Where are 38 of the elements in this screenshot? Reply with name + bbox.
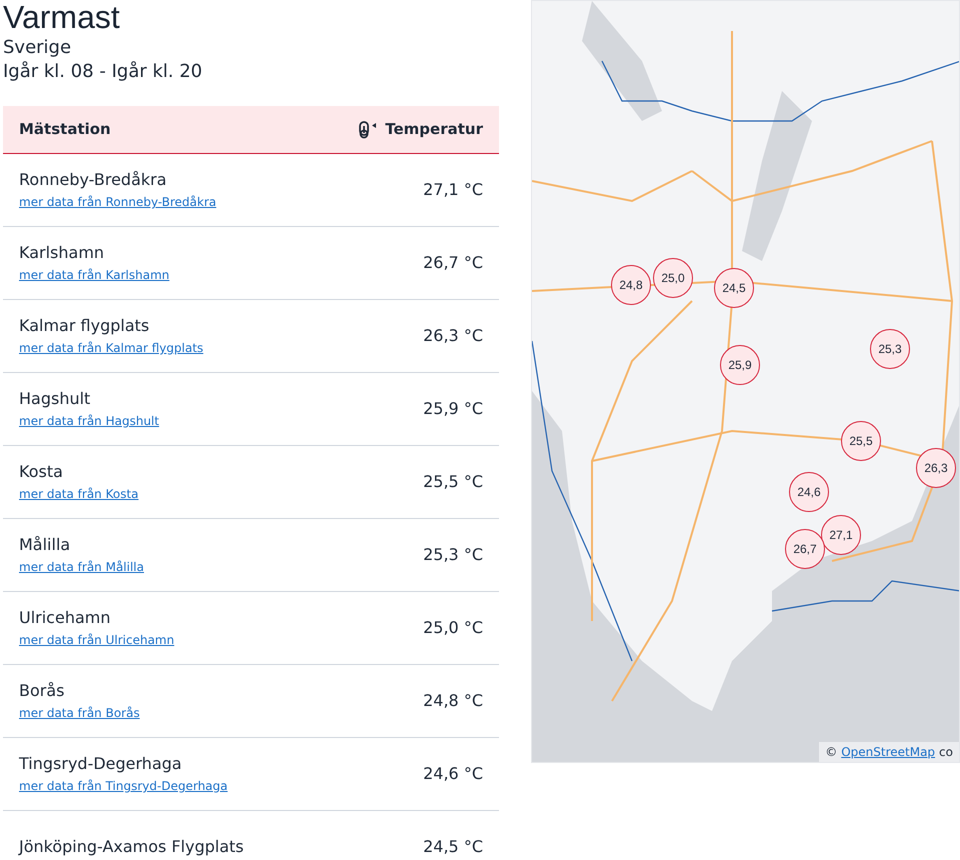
station-name: Ulricehamn [19, 607, 112, 629]
copyright-text: © [825, 744, 838, 761]
station-link[interactable]: mer data från Ronneby-Bredåkra [19, 193, 216, 211]
period-text: Igår kl. 08 - Igår kl. 20 [3, 60, 204, 84]
station-name: Hagshult [19, 388, 92, 410]
temperature-value: 26,7 °C [423, 252, 483, 274]
station-name: Målilla [19, 534, 72, 556]
station-link[interactable]: mer data från Kosta [19, 485, 139, 503]
openstreetmap-link[interactable]: OpenStreetMap [841, 743, 936, 761]
station-name: Tingsryd-Degerhaga [19, 753, 183, 775]
temperature-value: 25,0 °C [423, 617, 483, 639]
temperature-value: 25,5 °C [423, 471, 483, 493]
station-link[interactable]: mer data från Ulricehamn [19, 631, 174, 649]
column-header: Temperatur [385, 119, 483, 140]
region-text: Sverige [3, 36, 72, 60]
station-link[interactable]: mer data från Målilla [19, 558, 144, 576]
station-link[interactable]: mer data från Borås [19, 704, 140, 722]
station-link[interactable]: mer data från Tingsryd-Degerhaga [19, 777, 228, 795]
station-name: Kalmar flygplats [19, 315, 150, 337]
temperature-value: 24,8 °C [423, 690, 483, 712]
temperature-value: 25,3 °C [423, 544, 483, 566]
temperature-value: 25,9 °C [423, 398, 483, 420]
thermometer-icon [357, 120, 378, 138]
temperature-value: 27,1 °C [423, 179, 483, 201]
station-link[interactable]: mer data från Karlshamn [19, 266, 170, 284]
temperature-value: 26,3 °C [423, 325, 483, 347]
attribution-text: co [939, 744, 953, 761]
station-name: Karlshamn [19, 242, 106, 264]
temperature-value: 24,5 °C [423, 836, 483, 858]
page-title: Varmast [3, 0, 121, 34]
temperature-value: 24,6 °C [423, 763, 483, 785]
column-header: Mätstation [19, 119, 111, 140]
station-link[interactable]: mer data från Hagshult [19, 412, 160, 430]
station-name: Kosta [19, 461, 64, 483]
station-name: Jönköping-Axamos Flygplats [19, 836, 244, 858]
station-name: Ronneby-Bredåkra [19, 169, 168, 191]
station-name: Borås [19, 680, 66, 702]
station-link[interactable]: mer data från Kalmar flygplats [19, 339, 204, 357]
